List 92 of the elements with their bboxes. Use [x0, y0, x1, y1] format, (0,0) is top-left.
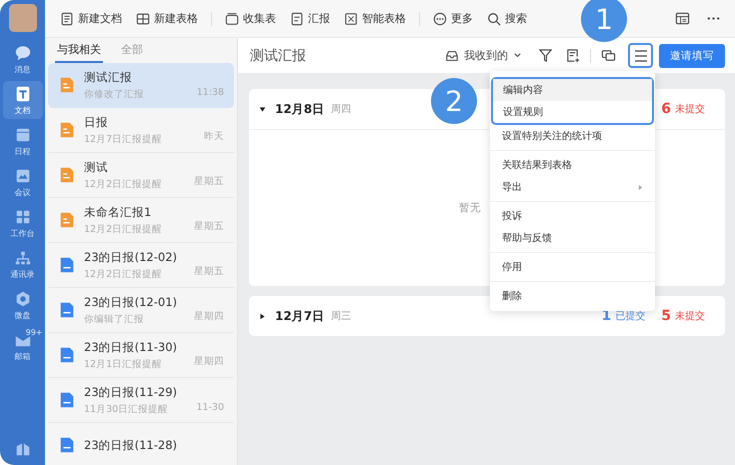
report-list-item[interactable]: 23的日报(12-02) 12月2日汇报提醒 星期五: [48, 243, 234, 288]
filter-icon[interactable]: [538, 48, 553, 63]
sidebar-item[interactable]: 工作台: [2, 204, 42, 242]
toolbar-button[interactable]: 智能表格: [339, 8, 411, 29]
filter-dropdown[interactable]: 我收到的: [439, 47, 528, 64]
item-title: 测试汇报: [84, 70, 133, 84]
item-subtitle: 11月30日汇报提醒: [84, 402, 170, 416]
menu-item[interactable]: 投诉: [490, 205, 655, 227]
report-list-item[interactable]: 23的日报(11-30) 12月1日汇报提醒 星期四: [48, 333, 234, 378]
menu-item[interactable]: 设置规则: [493, 101, 652, 123]
table-icon: [136, 12, 150, 26]
toolbar-button[interactable]: 汇报: [285, 8, 335, 29]
menu-item[interactable]: 导出: [490, 176, 655, 198]
caret-icon: [513, 51, 522, 60]
item-title: 日报: [84, 114, 109, 130]
toolbar-button[interactable]: 更多: [428, 8, 478, 29]
inbox-icon: [445, 48, 459, 62]
report-list-item[interactable]: 23的日报(11-28): [48, 423, 234, 465]
sidebar-item[interactable]: 微盘: [2, 286, 42, 324]
sidebar-item[interactable]: 会议: [2, 163, 42, 201]
item-title: 23的日报(12-01): [84, 294, 178, 310]
item-title: 未命名汇报1: [84, 204, 152, 220]
menu-item[interactable]: 删除: [490, 285, 655, 307]
item-title: 23的日报(11-29): [84, 384, 178, 400]
org-chart-icon: [14, 249, 32, 267]
sidebar-item[interactable]: 文档: [2, 81, 42, 119]
item-time: 11-30: [196, 402, 224, 413]
tray-icon: [225, 12, 239, 26]
grid-icon: [14, 208, 32, 226]
invite-button[interactable]: 邀请填写: [659, 44, 725, 68]
triangle-right-icon[interactable]: [259, 312, 266, 320]
item-time: 11:38: [196, 87, 224, 98]
report-list-item[interactable]: 23的日报(11-29) 11月30日汇报提醒 11-30: [48, 378, 234, 423]
hexagon-icon: [14, 290, 32, 308]
sidebar-item[interactable]: 通讯录: [2, 245, 42, 283]
item-title: 23的日报(12-02): [84, 250, 178, 264]
empty-state-text: 暂无: [459, 201, 481, 215]
item-subtitle: 你编辑了汇报: [84, 312, 145, 326]
report-title: 测试汇报: [250, 46, 306, 64]
item-title: 23的日报(11-30): [84, 340, 178, 354]
day-date: 12月7日: [275, 308, 324, 324]
search-icon: [487, 12, 501, 26]
item-subtitle: 12月2日汇报提醒: [84, 178, 164, 190]
menu-button[interactable]: [628, 43, 653, 68]
item-subtitle: 12月2日汇报提醒: [84, 222, 164, 236]
unsubmitted-label: 未提交: [675, 102, 705, 116]
item-title: 23的日报(11-28): [84, 438, 178, 452]
menu-item[interactable]: 设置特别关注的统计项: [490, 125, 655, 147]
toolbar-button[interactable]: 新建表格: [131, 8, 203, 29]
add-document-icon[interactable]: [565, 48, 580, 63]
menu-item[interactable]: 关联结果到表格: [490, 154, 655, 176]
calendar-icon: [14, 126, 32, 144]
menu-icon: [632, 48, 648, 64]
item-time: 星期五: [194, 175, 224, 188]
submitted-label: 已提交: [615, 310, 646, 323]
item-subtitle: 12月2日汇报提醒: [84, 268, 164, 280]
item-subtitle: 你修改了汇报: [84, 88, 145, 100]
report-list-item[interactable]: 未命名汇报1 12月2日汇报提醒 星期五: [48, 198, 234, 243]
menu-item[interactable]: 编辑内容: [493, 79, 652, 101]
sidebar-item[interactable]: 消息: [2, 40, 42, 78]
weekday: 周四: [331, 103, 352, 116]
layout-icon[interactable]: [675, 11, 690, 26]
chat-bubble-icon: [14, 44, 32, 62]
mountain-icon: [14, 167, 32, 185]
toolbar-button[interactable]: 新建文档: [55, 8, 127, 29]
toolbar-button[interactable]: 收集表: [220, 8, 281, 29]
report-list-item[interactable]: 日报 12月7日汇报提醒 昨天: [48, 108, 234, 153]
toolbar-button[interactable]: 搜索: [482, 8, 532, 29]
item-time: 昨天: [204, 130, 224, 143]
item-time: 星期四: [194, 355, 224, 368]
weekday: 周三: [331, 310, 352, 323]
menu-item[interactable]: 帮助与反馈: [490, 227, 655, 249]
report-list-item[interactable]: 23的日报(12-01) 你编辑了汇报 星期四: [48, 288, 234, 333]
item-title: 测试: [84, 160, 109, 174]
sidebar-item[interactable]: 日程: [2, 122, 42, 160]
item-time: 星期五: [194, 220, 224, 233]
item-subtitle: 12月1日汇报提醒: [84, 358, 164, 370]
day-date: 12月8日: [275, 100, 324, 118]
unsubmitted-label: 未提交: [675, 310, 705, 323]
menu-item[interactable]: 停用: [490, 256, 655, 278]
item-time: 星期四: [194, 310, 224, 323]
item-time: 星期五: [194, 265, 224, 278]
report-list-item[interactable]: 测试 12月2日汇报提醒 星期五: [48, 153, 234, 198]
report-list-item[interactable]: 测试汇报 你修改了汇报 11:38: [48, 63, 234, 108]
more-icon: [433, 12, 447, 26]
unread-count: 99+: [26, 328, 42, 337]
unsubmitted-count: 6: [661, 101, 671, 117]
triangle-down-icon[interactable]: [259, 106, 266, 112]
comment-icon[interactable]: [601, 48, 616, 63]
item-subtitle: 12月7日汇报提醒: [84, 132, 164, 146]
sidebar-item[interactable]: 99+ 邮箱: [2, 327, 42, 365]
unsubmitted-count: 5: [661, 308, 671, 324]
